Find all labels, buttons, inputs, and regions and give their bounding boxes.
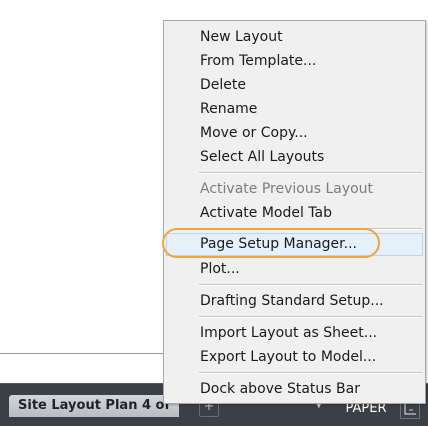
menu-separator <box>199 372 423 374</box>
menu-item-rename[interactable]: Rename <box>166 98 423 121</box>
menu-item-export-layout-to-model[interactable]: Export Layout to Model... <box>166 346 423 369</box>
menu-item-plot[interactable]: Plot... <box>166 258 423 281</box>
menu-separator <box>199 172 423 174</box>
drawing-line <box>0 353 165 354</box>
layout-context-menu: New Layout From Template... Delete Renam… <box>163 20 426 404</box>
menu-item-dock-above-status-bar[interactable]: Dock above Status Bar <box>166 378 423 401</box>
menu-item-activate-previous-layout: Activate Previous Layout <box>200 181 374 197</box>
menu-item-new-layout[interactable]: New Layout <box>166 26 423 49</box>
menu-item-delete[interactable]: Delete <box>166 74 423 97</box>
menu-item-move-or-copy[interactable]: Move or Copy... <box>166 122 423 145</box>
menu-separator <box>199 284 423 286</box>
menu-item-activate-model-tab[interactable]: Activate Model Tab <box>166 202 423 225</box>
menu-item-drafting-standard-setup[interactable]: Drafting Standard Setup... <box>166 290 423 313</box>
menu-item-select-all-layouts[interactable]: Select All Layouts <box>166 146 423 169</box>
annotation-highlight-ring <box>162 228 380 258</box>
menu-item-import-layout-as-sheet[interactable]: Import Layout as Sheet... <box>166 322 423 345</box>
menu-separator <box>199 316 423 318</box>
layout-tab[interactable]: Site Layout Plan 4 of <box>9 395 179 417</box>
menu-item-from-template[interactable]: From Template... <box>166 50 423 73</box>
